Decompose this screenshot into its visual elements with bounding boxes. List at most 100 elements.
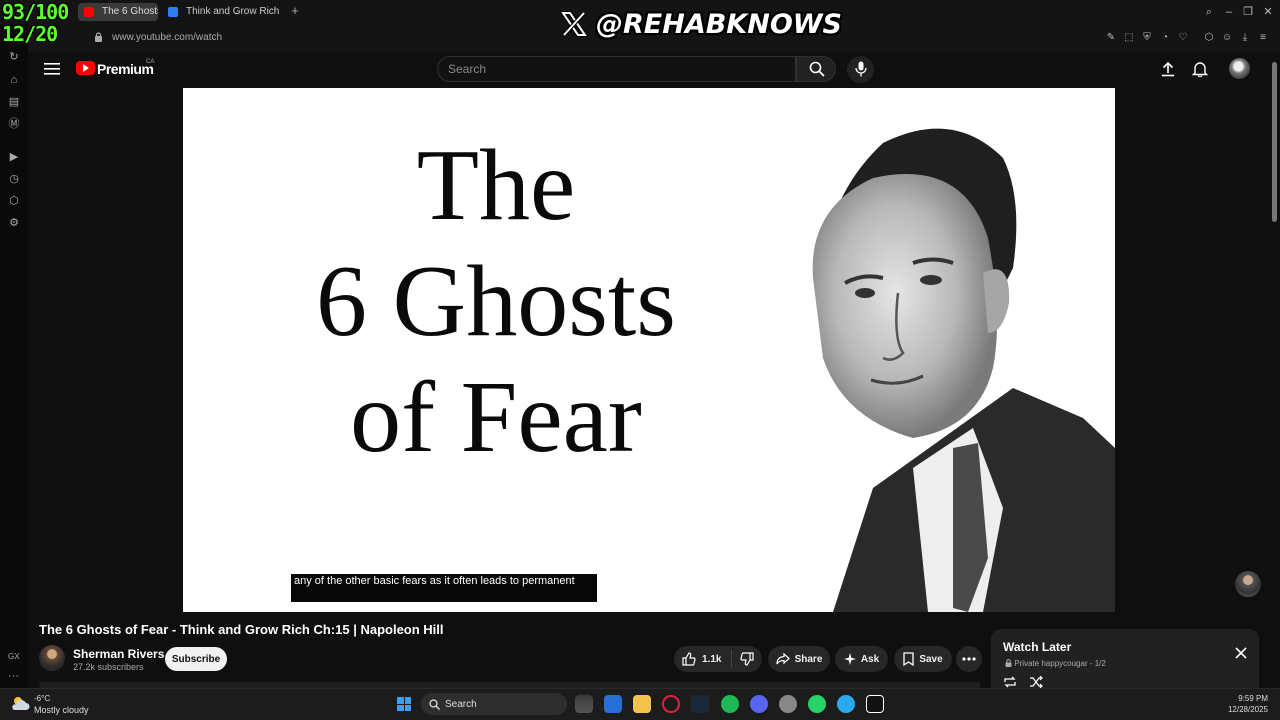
- portrait-image: [812, 128, 1115, 612]
- playlist-title[interactable]: Watch Later: [1003, 640, 1071, 654]
- cloudy-weather-icon[interactable]: [10, 694, 30, 712]
- discord-icon[interactable]: [750, 695, 768, 713]
- sidebar-store-icon[interactable]: ⌂: [7, 73, 21, 87]
- profile-icon[interactable]: ☺: [1221, 32, 1233, 44]
- loop-icon[interactable]: [1003, 676, 1017, 688]
- close-window-icon[interactable]: ✕: [1262, 6, 1274, 18]
- more-horizontal-icon: [962, 657, 976, 661]
- menu-icon[interactable]: ≡: [1257, 32, 1269, 44]
- search-button[interactable]: [796, 56, 836, 82]
- tab-think-and-grow-rich[interactable]: Think and Grow Rich Ch 1: [162, 3, 282, 21]
- scrollbar-thumb[interactable]: [1272, 62, 1277, 222]
- sidebar-m-icon[interactable]: Ⓜ: [7, 117, 21, 131]
- subscribe-button[interactable]: Subscribe: [165, 647, 227, 671]
- overlay-counter-bottom: 12/20: [2, 22, 58, 46]
- doc-favicon-icon: [168, 7, 178, 17]
- chatgpt-icon[interactable]: [779, 695, 797, 713]
- new-tab-button[interactable]: +: [288, 4, 302, 18]
- share-button[interactable]: Share: [768, 646, 830, 672]
- ask-label: Ask: [860, 653, 880, 665]
- sidebar-history-icon[interactable]: ◷: [7, 172, 21, 186]
- like-dislike-group: 1.1k: [674, 646, 762, 672]
- microphone-icon: [855, 61, 867, 77]
- steam-icon[interactable]: [691, 695, 709, 713]
- lock-icon: [1005, 659, 1012, 667]
- sidebar-extensions-icon[interactable]: ⬡: [7, 194, 21, 208]
- voice-search-button[interactable]: [847, 56, 874, 83]
- tab-label: Think and Grow Rich Ch 1: [186, 6, 282, 17]
- play-triangle-icon: [83, 64, 89, 72]
- sparkle-icon: [843, 653, 856, 665]
- watermark-text: @REHABKNOWS: [596, 8, 843, 40]
- search-icon: [809, 61, 825, 77]
- windows-start-button[interactable]: [397, 697, 411, 711]
- sidebar-speeddial-icon[interactable]: ↻: [7, 50, 21, 64]
- hamburger-menu-icon[interactable]: [44, 62, 60, 76]
- dislike-button[interactable]: [731, 650, 762, 668]
- thumbs-down-icon: [740, 652, 754, 666]
- country-code: CA: [146, 59, 155, 65]
- more-icon[interactable]: ···: [8, 670, 19, 682]
- playlist-subtitle-text: Private happycougar - 1/2: [1014, 659, 1106, 668]
- gx-label[interactable]: GX: [8, 652, 20, 661]
- file-explorer-icon[interactable]: [633, 695, 651, 713]
- weather-description: Mostly cloudy: [34, 705, 89, 715]
- account-avatar[interactable]: [1229, 58, 1250, 79]
- notifications-bell-icon[interactable]: [1192, 61, 1208, 77]
- video-title: The 6 Ghosts of Fear - Think and Grow Ri…: [39, 622, 444, 637]
- pin-icon[interactable]: ✎: [1105, 32, 1117, 44]
- lock-icon: [95, 32, 102, 42]
- tab-ghosts-of-fear[interactable]: The 6 Ghosts of Fear - Think and Grow Ri…: [78, 3, 158, 21]
- save-button[interactable]: Save: [894, 646, 952, 672]
- sidebar-player-icon[interactable]: ▶: [7, 150, 21, 164]
- taskbar-search-box[interactable]: [421, 693, 567, 715]
- channel-name[interactable]: Sherman Rivers: [73, 647, 164, 661]
- weather-temperature: -6°C: [34, 694, 51, 703]
- video-player[interactable]: The 6 Ghosts of Fear: [183, 88, 1115, 612]
- heart-icon[interactable]: ♡: [1177, 32, 1189, 44]
- opera-gx-icon[interactable]: [662, 695, 680, 713]
- vpn-icon[interactable]: ◔: [1159, 32, 1171, 44]
- gg-app-icon[interactable]: [866, 695, 884, 713]
- playlist-subtitle: Private happycougar - 1/2: [1005, 659, 1106, 668]
- subscriber-count: 27.2k subscribers: [73, 662, 144, 672]
- close-icon[interactable]: [1233, 645, 1249, 661]
- upload-icon[interactable]: [1160, 61, 1176, 77]
- search-tabs-icon[interactable]: ⌕: [1203, 6, 1215, 18]
- extensions-icon[interactable]: ⬡: [1203, 32, 1215, 44]
- search-icon: [429, 699, 440, 710]
- screenshot-icon[interactable]: ⬚: [1123, 32, 1135, 44]
- share-icon: [775, 653, 790, 665]
- share-label: Share: [794, 653, 823, 665]
- channel-watermark-avatar[interactable]: [1235, 571, 1261, 597]
- youtube-logo-text[interactable]: Premium: [97, 61, 154, 77]
- channel-avatar[interactable]: [39, 645, 65, 671]
- task-view-icon[interactable]: [575, 695, 593, 713]
- sidebar-twitch-icon[interactable]: ▤: [7, 95, 21, 109]
- whatsapp-icon[interactable]: [808, 695, 826, 713]
- url-text[interactable]: www.youtube.com/watch: [112, 32, 222, 43]
- download-icon[interactable]: ⤓: [1239, 32, 1251, 44]
- save-label: Save: [919, 653, 943, 665]
- tab-label: The 6 Ghosts of Fear - Think and Grow Ri…: [102, 6, 158, 17]
- thumbs-up-icon: [682, 652, 696, 666]
- like-button[interactable]: 1.1k: [674, 646, 731, 672]
- restore-icon[interactable]: ❐: [1242, 6, 1254, 18]
- notepad-icon[interactable]: [604, 695, 622, 713]
- video-caption: any of the other basic fears as it often…: [291, 574, 597, 602]
- clock-date[interactable]: 12/28/2025: [1190, 705, 1268, 714]
- telegram-icon[interactable]: [837, 695, 855, 713]
- more-actions-button[interactable]: [956, 646, 982, 672]
- minimize-icon[interactable]: –: [1223, 6, 1235, 18]
- bookmark-icon: [903, 652, 914, 666]
- clock-time[interactable]: 9:59 PM: [1190, 694, 1268, 703]
- ask-button[interactable]: Ask: [835, 646, 888, 672]
- shield-icon[interactable]: ⛨: [1141, 32, 1153, 44]
- shuffle-icon[interactable]: [1029, 676, 1043, 688]
- x-logo-icon: [560, 11, 588, 37]
- spotify-icon[interactable]: [721, 695, 739, 713]
- search-input[interactable]: [448, 62, 778, 76]
- taskbar-search-label: Search: [445, 699, 477, 710]
- sidebar-settings-icon[interactable]: ⚙: [7, 216, 21, 230]
- youtube-favicon-icon: [84, 7, 94, 17]
